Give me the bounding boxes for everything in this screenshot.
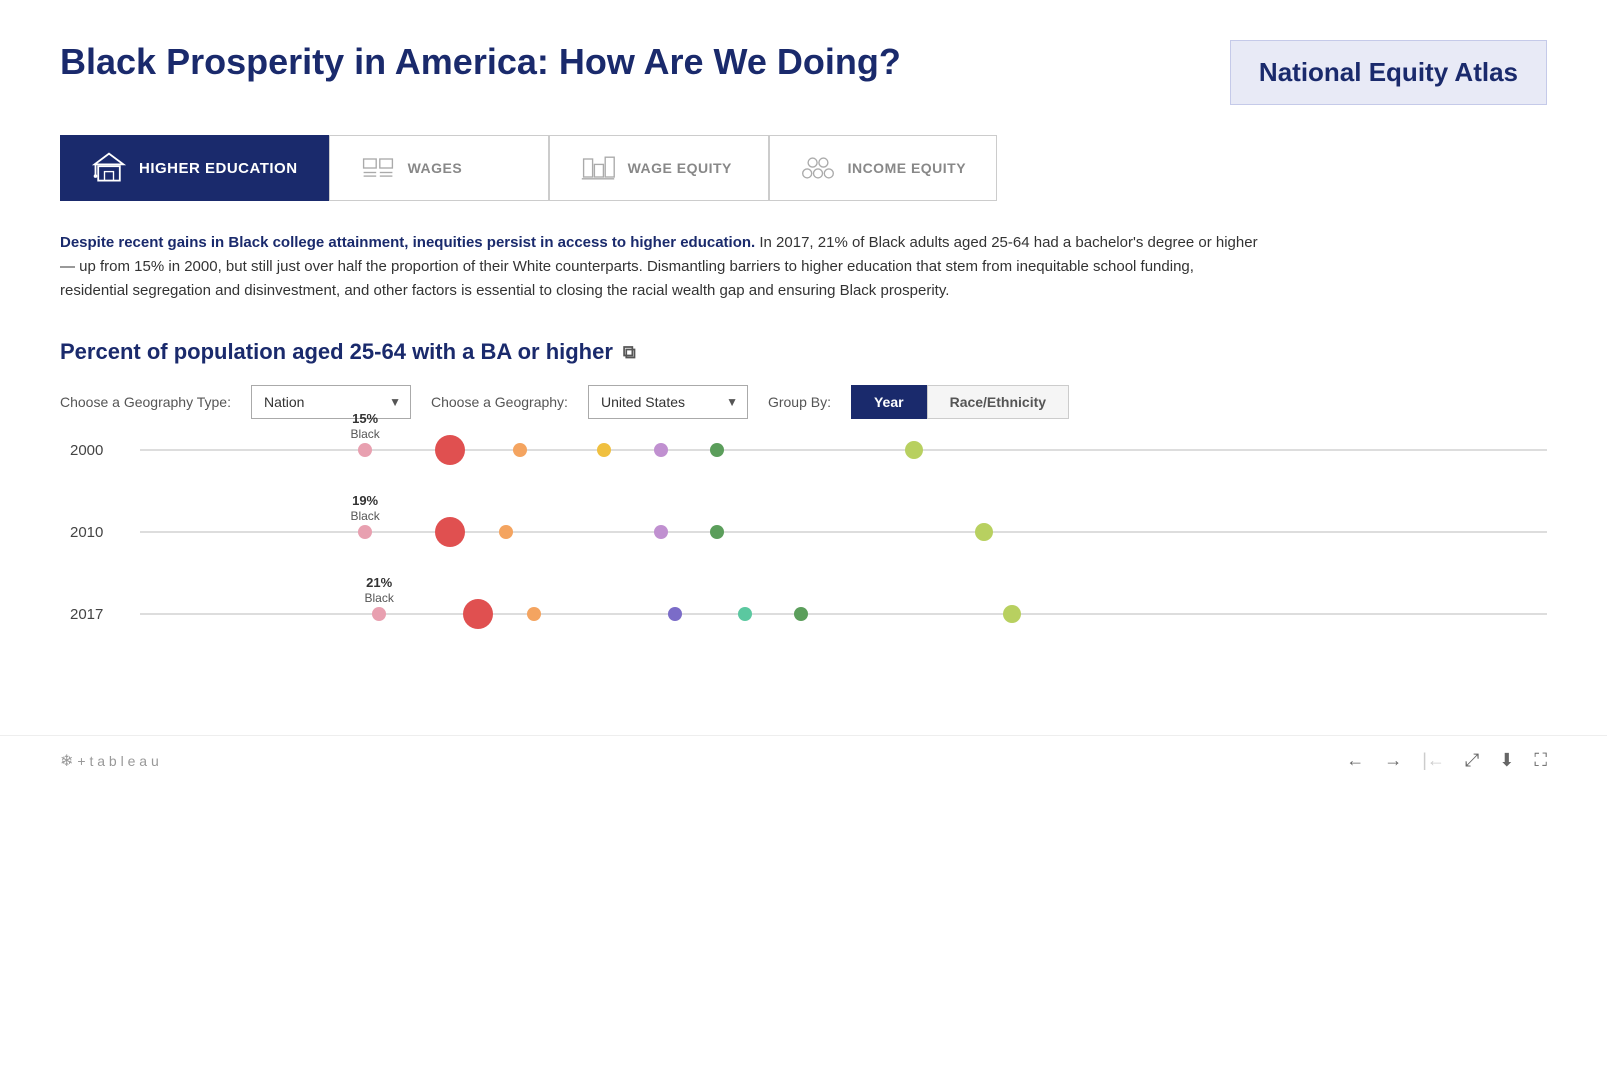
dot-2017-2[interactable] [527, 607, 541, 621]
year-label-2000: 2000 [70, 442, 103, 459]
higher-education-icon [91, 150, 127, 186]
chart-title-text: Percent of population aged 25-64 with a … [60, 339, 613, 365]
dot-2010-4[interactable] [710, 525, 724, 539]
dot-2017-0[interactable] [372, 607, 386, 621]
dot-race-label-2010: Black [350, 509, 379, 523]
income-equity-icon [800, 150, 836, 186]
year-label-2010: 2010 [70, 524, 103, 541]
dot-2000-6[interactable] [905, 441, 923, 459]
chart-row-2000: 200015%Black [140, 449, 1547, 451]
dot-2017-6[interactable] [1003, 605, 1021, 623]
tab-wages[interactable]: WAGES [329, 135, 549, 201]
dot-race-label-2017: Black [365, 591, 394, 605]
geography-select[interactable]: United States [588, 385, 748, 419]
dot-2010-1[interactable] [435, 517, 465, 547]
dot-2017-3[interactable] [668, 607, 682, 621]
chart-row-2010: 201019%Black [140, 531, 1547, 533]
chart-title: Percent of population aged 25-64 with a … [60, 339, 1547, 365]
download-icon[interactable]: ⬇ [1499, 750, 1514, 771]
description-bold: Despite recent gains in Black college at… [60, 234, 755, 251]
tableau-text: + t a b l e a u [77, 753, 158, 769]
dot-2017-5[interactable] [794, 607, 808, 621]
nav-first-icon[interactable]: |← [1422, 750, 1445, 771]
tab-wage-equity[interactable]: WAGE EQUITY [549, 135, 769, 201]
dot-2010-0[interactable] [358, 525, 372, 539]
wages-icon [360, 150, 396, 186]
dot-2010-2[interactable] [499, 525, 513, 539]
atlas-badge-text: National Equity Atlas [1259, 57, 1518, 87]
chart-row-2017: 201721%Black [140, 613, 1547, 615]
group-by-year-button[interactable]: Year [851, 385, 927, 419]
tab-wages-label: WAGES [408, 160, 463, 176]
dot-value-label-2017: 21% [366, 575, 392, 590]
tableau-snowflake: ❄ [60, 751, 73, 771]
group-by-race-button[interactable]: Race/Ethnicity [927, 385, 1069, 419]
atlas-badge: National Equity Atlas [1230, 40, 1547, 105]
wage-equity-icon [580, 150, 616, 186]
tab-higher-education-label: HIGHER EDUCATION [139, 160, 298, 177]
tableau-footer: ❄ + t a b l e a u ← → |← ⤢ ⬇ ⛶ [0, 735, 1607, 785]
nav-forward-icon[interactable]: → [1384, 750, 1402, 771]
dot-value-label-2010: 19% [352, 493, 378, 508]
dot-2000-4[interactable] [654, 443, 668, 457]
dot-2010-5[interactable] [975, 523, 993, 541]
footer-nav-icons: ← → |← ⤢ ⬇ ⛶ [1346, 750, 1547, 771]
dot-2000-1[interactable] [435, 435, 465, 465]
nav-back-icon[interactable]: ← [1346, 750, 1364, 771]
group-by-buttons: Year Race/Ethnicity [851, 385, 1069, 419]
geography-type-label: Choose a Geography Type: [60, 394, 231, 410]
tableau-logo: ❄ + t a b l e a u [60, 751, 159, 771]
external-link-icon[interactable]: ⧉ [623, 342, 636, 363]
geography-type-select-wrapper: Nation State Metro County ▼ [251, 385, 411, 419]
tab-income-equity[interactable]: INCOME EQUITY [769, 135, 998, 201]
description-block: Despite recent gains in Black college at… [60, 231, 1260, 303]
group-by-label: Group By: [768, 394, 831, 410]
tab-navigation: HIGHER EDUCATION WAGES WAGE EQUITY [60, 135, 1547, 201]
geography-label: Choose a Geography: [431, 394, 568, 410]
year-label-2017: 2017 [70, 606, 103, 623]
tab-higher-education[interactable]: HIGHER EDUCATION [60, 135, 329, 201]
dot-2000-2[interactable] [513, 443, 527, 457]
dot-2000-5[interactable] [710, 443, 724, 457]
dot-2010-3[interactable] [654, 525, 668, 539]
dot-2017-4[interactable] [738, 607, 752, 621]
dot-line-2017: 21%Black [140, 613, 1547, 615]
fullscreen-icon[interactable]: ⛶ [1534, 750, 1547, 771]
share-icon[interactable]: ⤢ [1465, 750, 1479, 771]
dot-2000-3[interactable] [597, 443, 611, 457]
page-title: Black Prosperity in America: How Are We … [60, 40, 901, 83]
dot-value-label-2000: 15% [352, 411, 378, 426]
dot-race-label-2000: Black [350, 427, 379, 441]
dot-line-2000: 15%Black [140, 449, 1547, 451]
tab-wage-equity-label: WAGE EQUITY [628, 160, 732, 176]
geography-type-select[interactable]: Nation State Metro County [251, 385, 411, 419]
tab-income-equity-label: INCOME EQUITY [848, 160, 967, 176]
dot-line-2010: 19%Black [140, 531, 1547, 533]
chart-area: 200015%Black201019%Black201721%Black [60, 449, 1547, 615]
geography-select-wrapper: United States ▼ [588, 385, 748, 419]
chart-controls: Choose a Geography Type: Nation State Me… [60, 385, 1547, 419]
dot-2000-0[interactable] [358, 443, 372, 457]
dot-2017-1[interactable] [463, 599, 493, 629]
